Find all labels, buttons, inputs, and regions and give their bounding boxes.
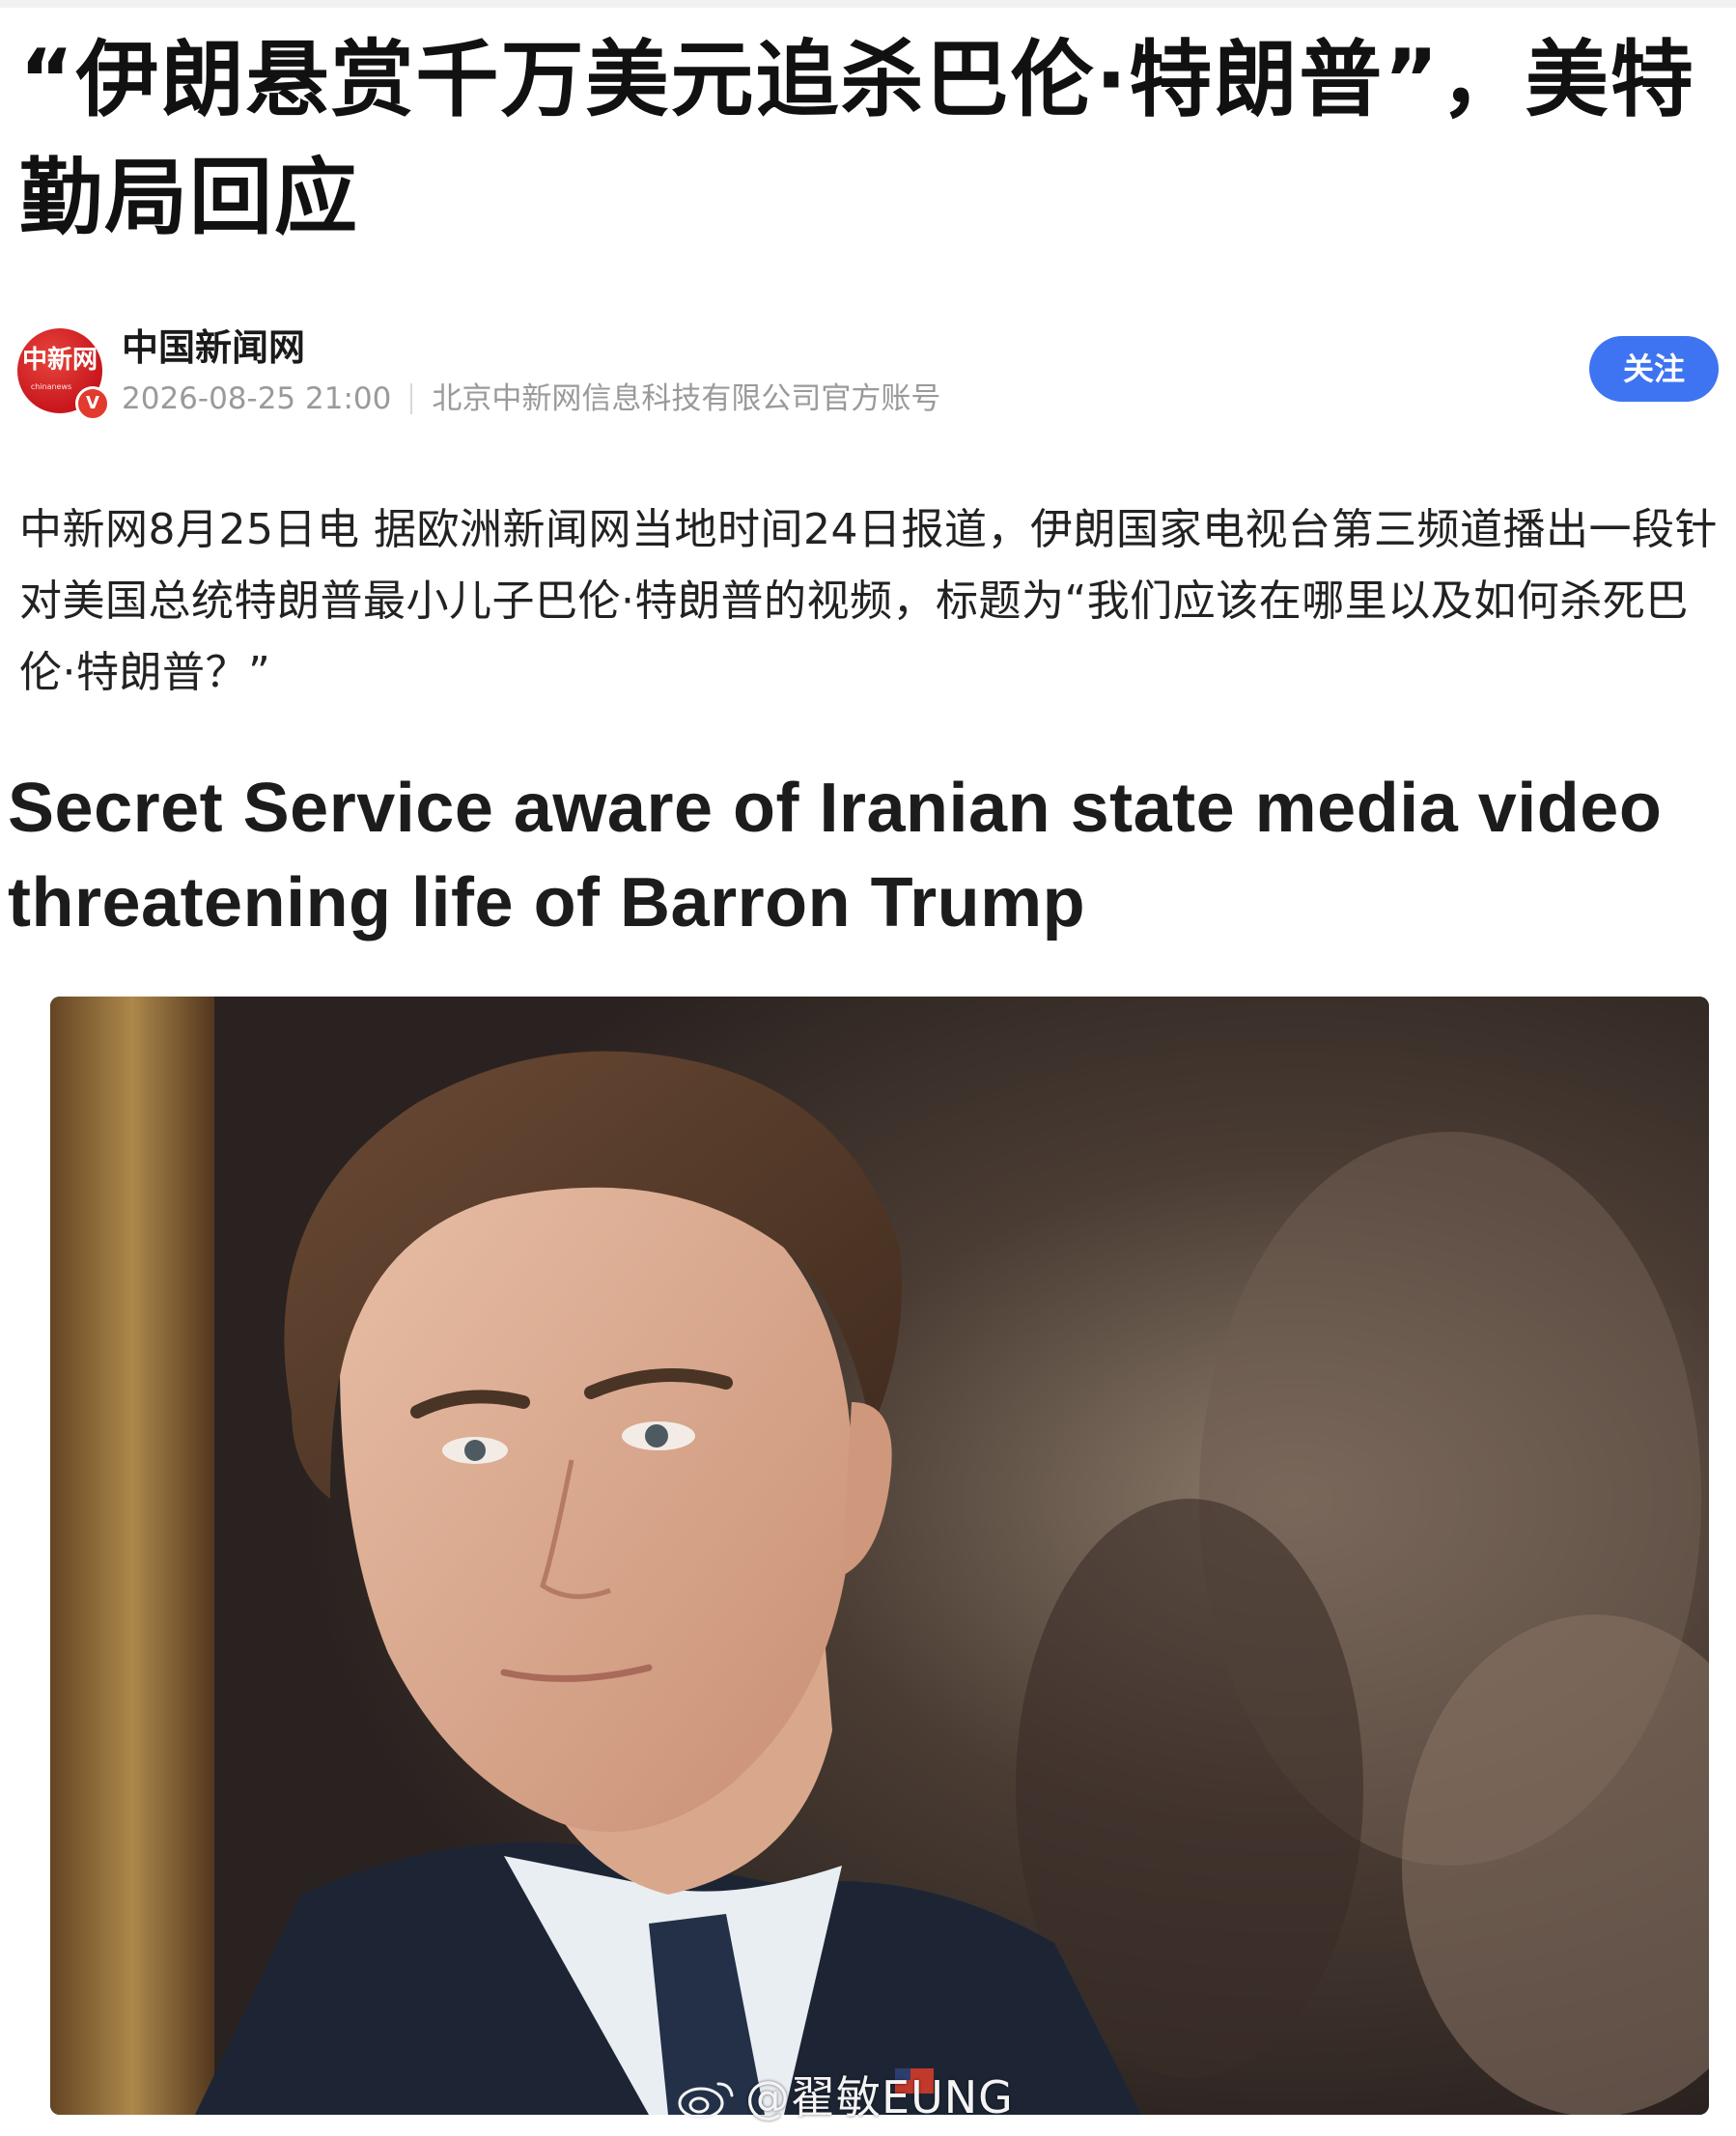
avatar-logo-text: 中新网 (21, 346, 98, 375)
top-edge (0, 0, 1736, 8)
author-row: 中新网 chinanews V 中国新闻网 2026-08-25 21:00 北京… (17, 321, 1719, 427)
weibo-watermark: @翟敏EUNG (676, 2063, 1014, 2126)
article-title: “伊朗悬赏千万美元追杀巴伦·特朗普”，美特勤局回应 (19, 32, 1695, 246)
meta-divider (410, 383, 413, 414)
article-body: 中新网8月25日电 据欧洲新闻网当地时间24日报道，伊朗国家电视台第三频道播出一… (19, 505, 1718, 697)
news-photo[interactable] (50, 997, 1709, 2115)
author-meta: 2026-08-25 21:00 北京中新网信息科技有限公司官方账号 (122, 377, 940, 421)
verified-badge-icon: V (75, 386, 110, 421)
weibo-icon (678, 2082, 734, 2120)
portrait-illustration (50, 997, 1709, 2115)
publish-timestamp: 2026-08-25 21:00 (122, 381, 392, 416)
avatar-logo-subtext: chinanews (30, 382, 72, 391)
embedded-news-headline: Secret Service aware of Iranian state me… (8, 770, 1663, 942)
watermark-text: @翟敏EUNG (745, 2071, 1014, 2123)
author-description: 北京中新网信息科技有限公司官方账号 (432, 381, 941, 416)
author-avatar[interactable]: 中新网 chinanews V (17, 328, 110, 421)
follow-button[interactable]: 关注 (1589, 336, 1719, 402)
author-name[interactable]: 中国新闻网 (122, 321, 305, 375)
